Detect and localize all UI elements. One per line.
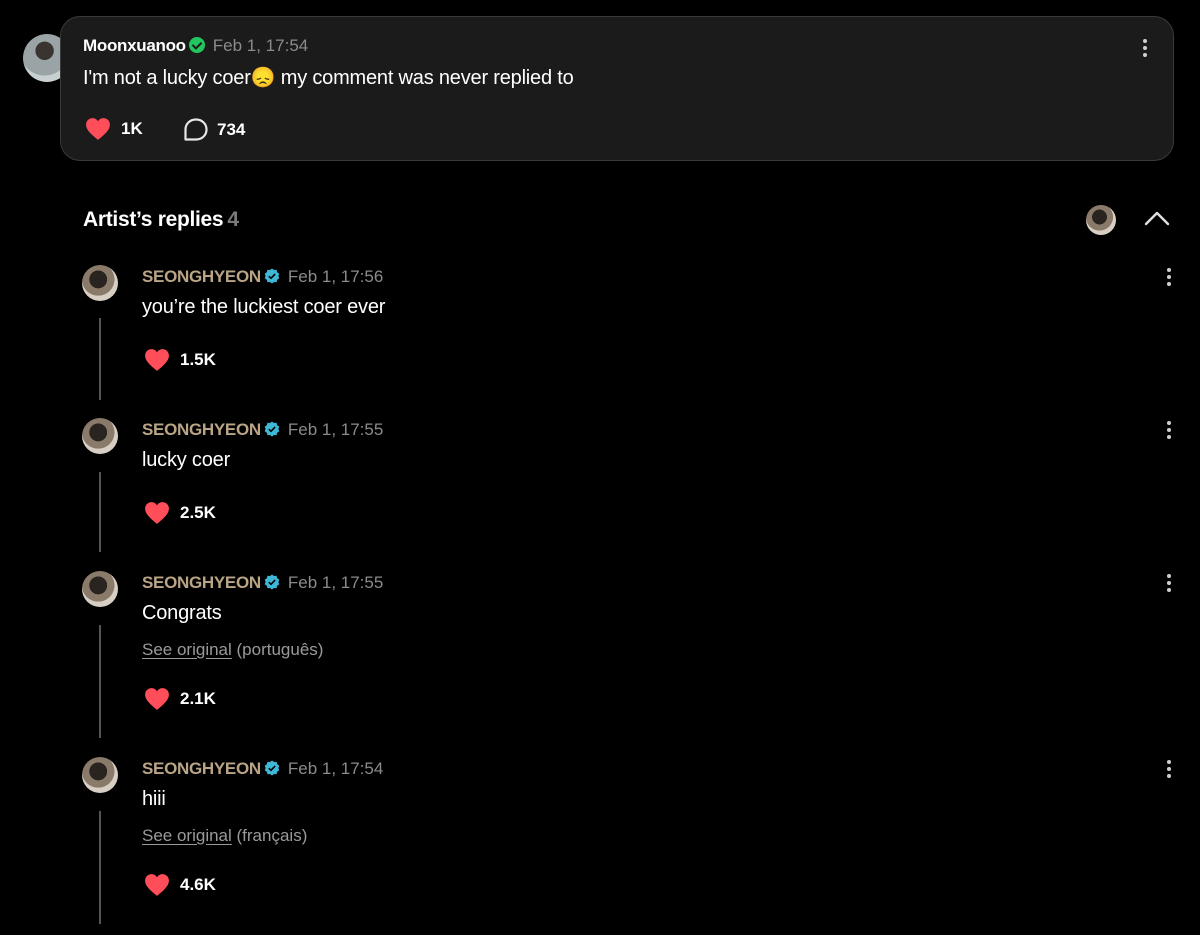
verified-icon [188, 37, 205, 53]
original-language: (português) [236, 640, 324, 659]
artist-avatar[interactable] [82, 757, 118, 793]
artist-avatar[interactable] [82, 571, 118, 607]
artist-avatar[interactable] [82, 418, 118, 454]
reply-text: Congrats [142, 602, 222, 624]
thread-line [99, 472, 101, 552]
reply-date: Feb 1, 17:55 [287, 573, 384, 592]
see-original-link[interactable]: See original [142, 640, 232, 659]
heart-icon [145, 688, 169, 710]
more-options-icon[interactable] [1167, 760, 1171, 778]
reply-date: Feb 1, 17:56 [287, 267, 384, 286]
reply-date: Feb 1, 17:54 [287, 759, 384, 778]
thread-line [99, 625, 101, 738]
thread-line [99, 811, 101, 924]
reply-header: SEONGHYEON Feb 1, 17:56 [142, 267, 383, 287]
more-options-icon[interactable] [1167, 574, 1171, 592]
verified-icon [264, 760, 280, 776]
more-options-icon[interactable] [1167, 268, 1171, 286]
see-original: See original (français) [142, 826, 307, 846]
artist-avatar-small [1086, 205, 1116, 235]
thread-line [99, 318, 101, 400]
comment-text: I'm not a lucky coer😞 my comment was nev… [83, 65, 574, 90]
like-button[interactable]: 2.1K [144, 687, 216, 711]
reply-author[interactable]: SEONGHYEON [142, 267, 261, 286]
original-language: (français) [236, 826, 308, 845]
heart-icon [86, 118, 110, 140]
like-count: 1K [121, 119, 143, 138]
comment-card: Moonxuanoo Feb 1, 17:54 I'm not a lucky c… [60, 16, 1174, 161]
reply-text: you’re the luckiest coer ever [142, 296, 386, 318]
like-count: 2.1K [180, 689, 216, 708]
reply-text: hiii [142, 788, 166, 810]
like-button[interactable]: 2.5K [144, 501, 216, 525]
like-count: 4.6K [180, 875, 216, 894]
like-count: 2.5K [180, 503, 216, 522]
comment-text-part: my comment was never replied to [275, 67, 574, 89]
verified-icon [264, 574, 280, 590]
reply-author[interactable]: SEONGHYEON [142, 759, 261, 778]
see-original: See original (português) [142, 640, 323, 660]
like-button[interactable]: 1K [85, 117, 143, 141]
more-options-icon[interactable] [1143, 39, 1147, 57]
chevron-up-icon[interactable] [1144, 210, 1170, 226]
comment-bubble-icon [184, 118, 208, 141]
reply-count: 734 [217, 120, 246, 139]
more-options-icon[interactable] [1167, 421, 1171, 439]
sad-emoji: 😞 [250, 67, 276, 89]
reply-header: SEONGHYEON Feb 1, 17:54 [142, 759, 383, 779]
heart-icon [145, 874, 169, 896]
comment-header: Moonxuanoo Feb 1, 17:54 [83, 36, 308, 56]
comment-author[interactable]: Moonxuanoo [83, 36, 186, 55]
artist-replies-title: Artist’s replies 4 [83, 208, 239, 232]
section-reply-count: 4 [227, 208, 239, 231]
reply-author[interactable]: SEONGHYEON [142, 573, 261, 592]
like-count: 1.5K [180, 350, 216, 369]
reply-date: Feb 1, 17:55 [287, 420, 384, 439]
comment-text-part: I'm not a lucky coer [83, 67, 251, 89]
comment-date: Feb 1, 17:54 [212, 36, 309, 55]
like-button[interactable]: 4.6K [144, 873, 216, 897]
verified-icon [264, 421, 280, 437]
reply-header: SEONGHYEON Feb 1, 17:55 [142, 420, 383, 440]
reply-author[interactable]: SEONGHYEON [142, 420, 261, 439]
section-title-text: Artist’s replies [83, 208, 224, 231]
heart-icon [145, 349, 169, 371]
verified-icon [264, 268, 280, 284]
see-original-link[interactable]: See original [142, 826, 232, 845]
like-button[interactable]: 1.5K [144, 348, 216, 372]
reply-text: lucky coer [142, 449, 231, 471]
reply-button[interactable]: 734 [183, 117, 245, 143]
reply-header: SEONGHYEON Feb 1, 17:55 [142, 573, 383, 593]
artist-avatar[interactable] [82, 265, 118, 301]
heart-icon [145, 502, 169, 524]
